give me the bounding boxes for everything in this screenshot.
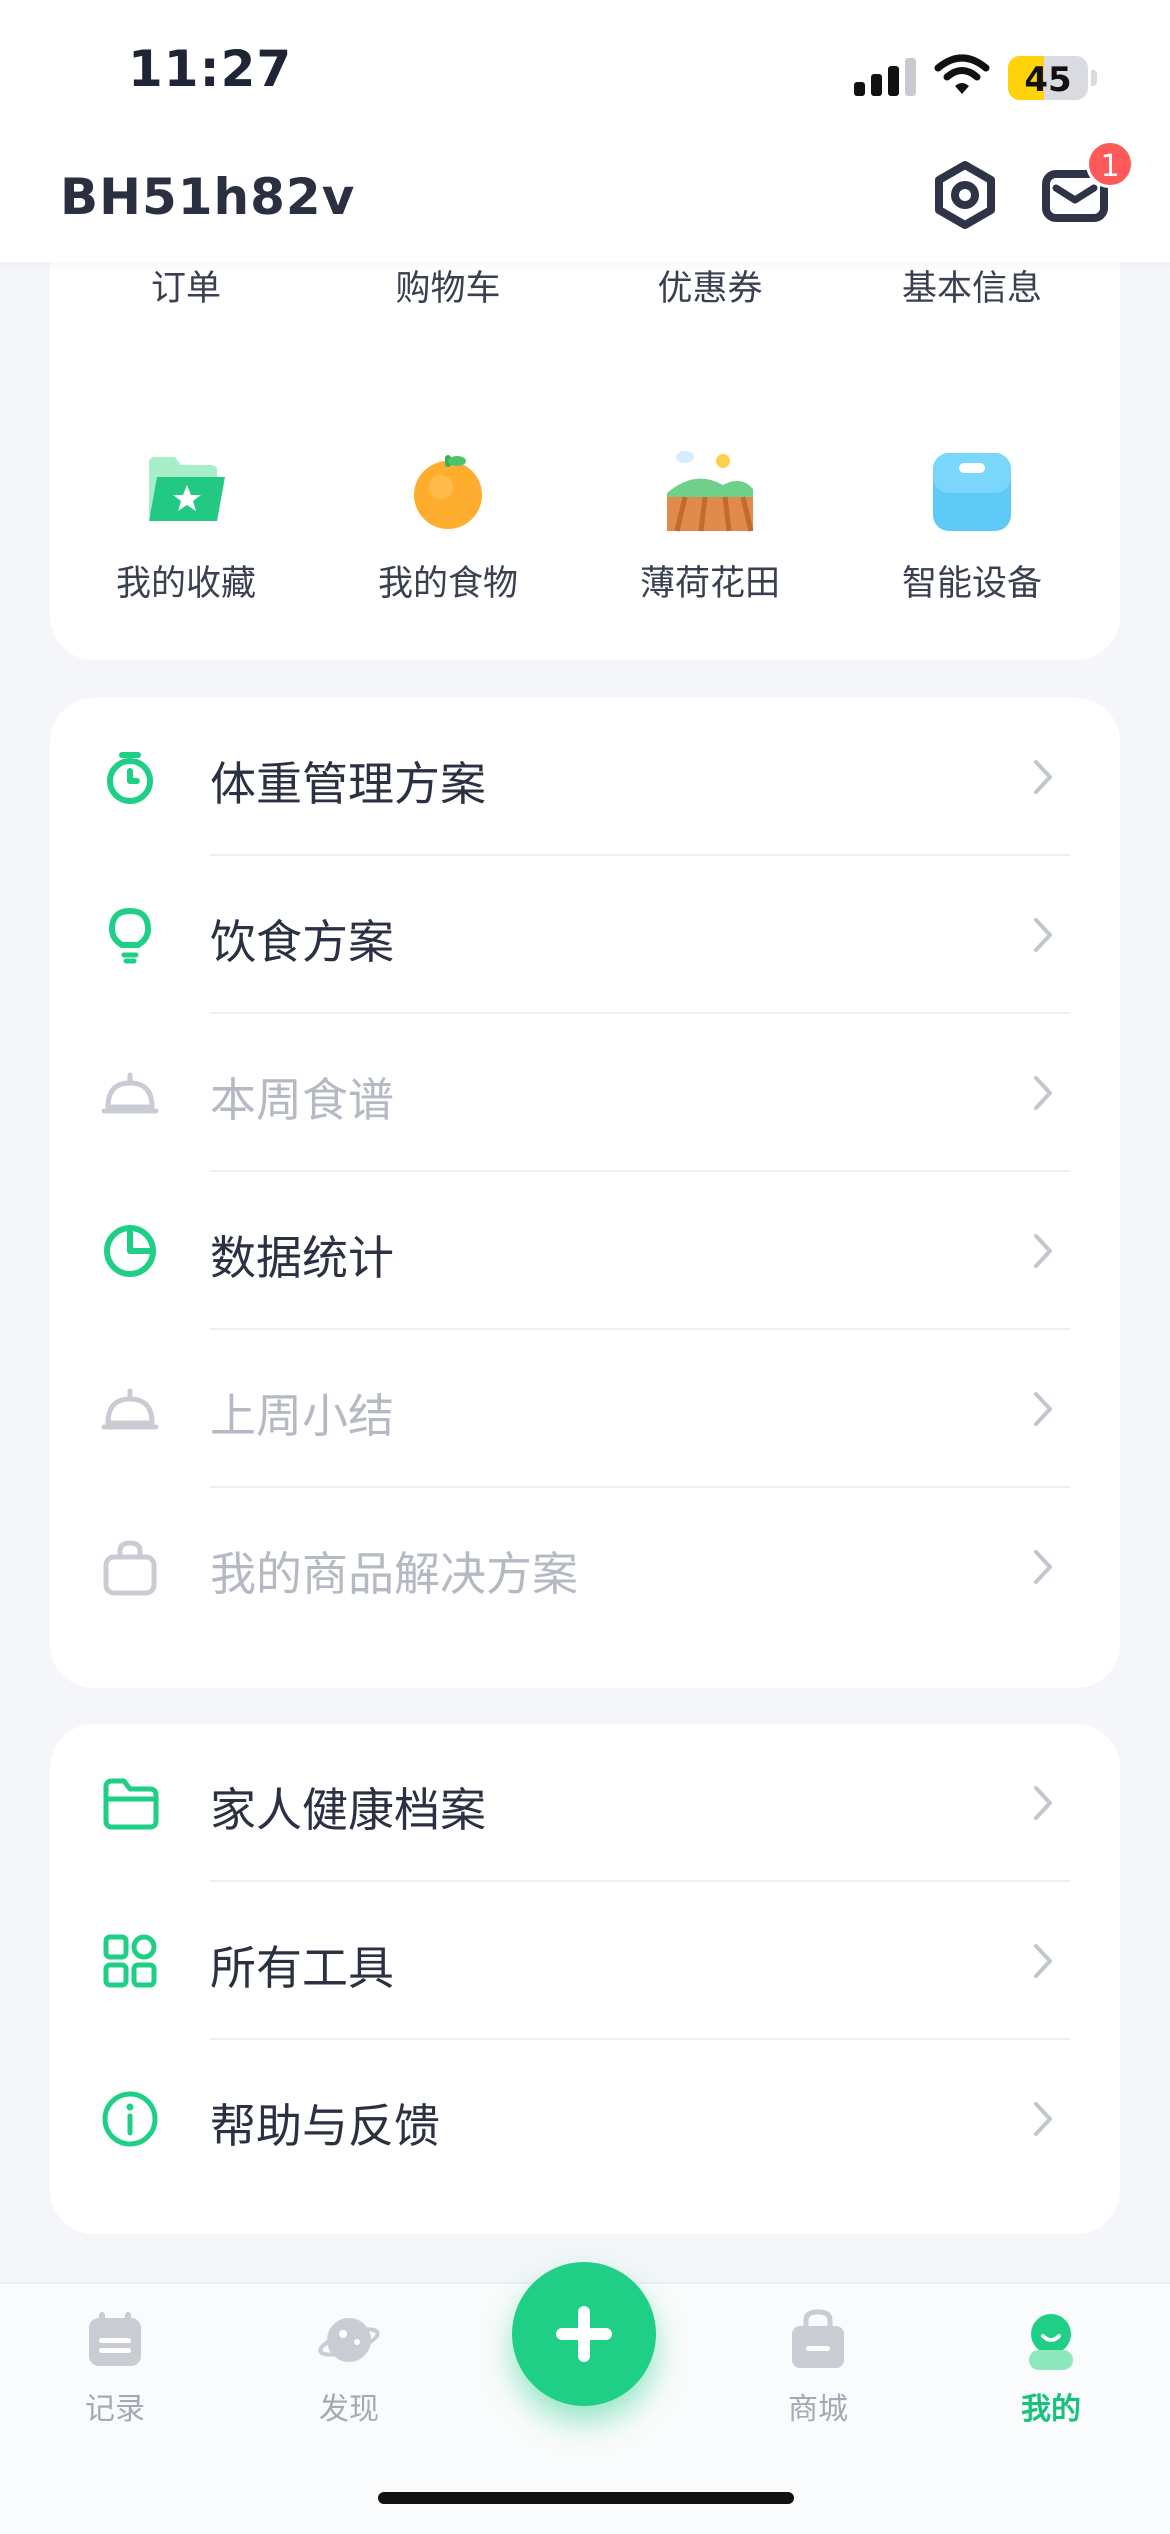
- farm-field-icon: [665, 445, 755, 535]
- smart-scale-icon: [927, 445, 1017, 535]
- grid-item-label: 订单: [150, 269, 221, 309]
- plus-icon-stem: [578, 2306, 590, 2362]
- avatar-icon: [1029, 2314, 1073, 2370]
- menu-row-weekly-recipes[interactable]: 本周食谱: [50, 1014, 1120, 1172]
- chevron-right-icon: [1034, 1076, 1052, 1110]
- orange-icon: [403, 445, 493, 535]
- chevron-right-icon: [1034, 1392, 1052, 1426]
- chevron-right-icon: [1034, 2102, 1052, 2136]
- status-time: 11:27: [128, 40, 293, 98]
- cellular-signal-icon: [854, 58, 918, 96]
- planet-icon: [318, 2318, 380, 2362]
- menu-row-family-health[interactable]: 家人健康档案: [50, 1724, 1120, 1882]
- tab-label: 发现: [319, 2392, 379, 2427]
- info-icon: [102, 2091, 158, 2147]
- grid-item-my-food[interactable]: 我的食物: [317, 445, 579, 606]
- status-bar: 11:27 45: [0, 0, 1170, 140]
- grid-item-mint-field[interactable]: 薄荷花田: [579, 445, 841, 606]
- lightbulb-icon: [109, 908, 151, 964]
- favorites-folder-icon: [141, 445, 231, 535]
- menu-row-product-solutions[interactable]: 我的商品解决方案: [50, 1488, 1120, 1646]
- misc-menu-card: 家人健康档案 所有工具 帮助与反馈: [50, 1724, 1120, 2234]
- grid-item-label: 我的收藏: [115, 564, 256, 604]
- grid-item-label: 智能设备: [901, 564, 1042, 604]
- calendar-icon: [89, 2312, 141, 2366]
- chevron-right-icon: [1034, 1234, 1052, 1268]
- menu-row-weight-plan[interactable]: 体重管理方案: [50, 698, 1120, 856]
- grid-item-label: 薄荷花田: [639, 564, 780, 604]
- gear-icon: [935, 161, 995, 229]
- profile-header: BH51h82v 1: [0, 140, 1170, 262]
- grid-item-label: 购物车: [395, 269, 501, 309]
- menu-row-data-stats[interactable]: 数据统计: [50, 1172, 1120, 1330]
- cloche-icon: [101, 1072, 159, 1114]
- chevron-right-icon: [1034, 760, 1052, 794]
- unread-badge: 1: [1086, 140, 1134, 188]
- grid-item-favorites[interactable]: 我的收藏: [55, 445, 317, 606]
- menu-row-all-tools[interactable]: 所有工具: [50, 1882, 1120, 2040]
- menu-row-help-feedback[interactable]: 帮助与反馈: [50, 2040, 1120, 2198]
- grid-item-label: 基本信息: [901, 269, 1042, 309]
- cloche-icon: [101, 1388, 159, 1430]
- folder-icon: [103, 1778, 159, 1830]
- add-record-button[interactable]: [512, 2262, 656, 2406]
- menu-row-label: 数据统计: [210, 1231, 394, 1285]
- menu-row-label: 帮助与反馈: [210, 2099, 440, 2153]
- tab-mine[interactable]: 我的: [976, 2308, 1126, 2428]
- chevron-right-icon: [1034, 1786, 1052, 1820]
- chevron-right-icon: [1034, 1550, 1052, 1584]
- menu-row-label: 我的商品解决方案: [210, 1547, 578, 1601]
- username: BH51h82v: [60, 168, 356, 226]
- stopwatch-icon: [107, 752, 153, 804]
- menu-row-diet-plan[interactable]: 饮食方案: [50, 856, 1120, 1014]
- grid-item-smart-devices[interactable]: 智能设备: [841, 445, 1103, 606]
- apps-grid-icon: [103, 1934, 157, 1988]
- shop-bag-icon: [792, 2309, 844, 2368]
- home-indicator: [378, 2492, 794, 2504]
- wifi-icon: [934, 54, 990, 94]
- menu-row-label: 所有工具: [210, 1941, 394, 1995]
- tab-label: 商城: [788, 2392, 848, 2427]
- menu-row-label: 体重管理方案: [210, 757, 486, 811]
- plan-menu-card: 体重管理方案 饮食方案 本周食谱 数据统计 上周小结 我的商品解决方案: [50, 698, 1120, 1688]
- battery-icon: 45: [1008, 56, 1088, 100]
- menu-row-label: 本周食谱: [210, 1073, 394, 1127]
- battery-nub: [1091, 70, 1097, 86]
- settings-button[interactable]: [930, 160, 1000, 230]
- tab-shop[interactable]: 商城: [743, 2308, 893, 2428]
- tab-discover[interactable]: 发现: [274, 2308, 424, 2428]
- shopping-bag-icon: [103, 1540, 157, 1596]
- tab-record[interactable]: 记录: [40, 2308, 190, 2428]
- chevron-right-icon: [1034, 918, 1052, 952]
- grid-item-label: 我的食物: [377, 564, 518, 604]
- tab-label: 我的: [1021, 2392, 1081, 2427]
- menu-row-label: 家人健康档案: [210, 1783, 486, 1837]
- tab-label: 记录: [85, 2392, 145, 2427]
- chevron-right-icon: [1034, 1944, 1052, 1978]
- battery-percent: 45: [1024, 60, 1072, 100]
- menu-row-last-week-summary[interactable]: 上周小结: [50, 1330, 1120, 1488]
- menu-row-label: 上周小结: [210, 1389, 394, 1443]
- pie-chart-icon: [104, 1225, 156, 1277]
- grid-item-label: 优惠券: [657, 269, 763, 309]
- menu-row-label: 饮食方案: [210, 915, 394, 969]
